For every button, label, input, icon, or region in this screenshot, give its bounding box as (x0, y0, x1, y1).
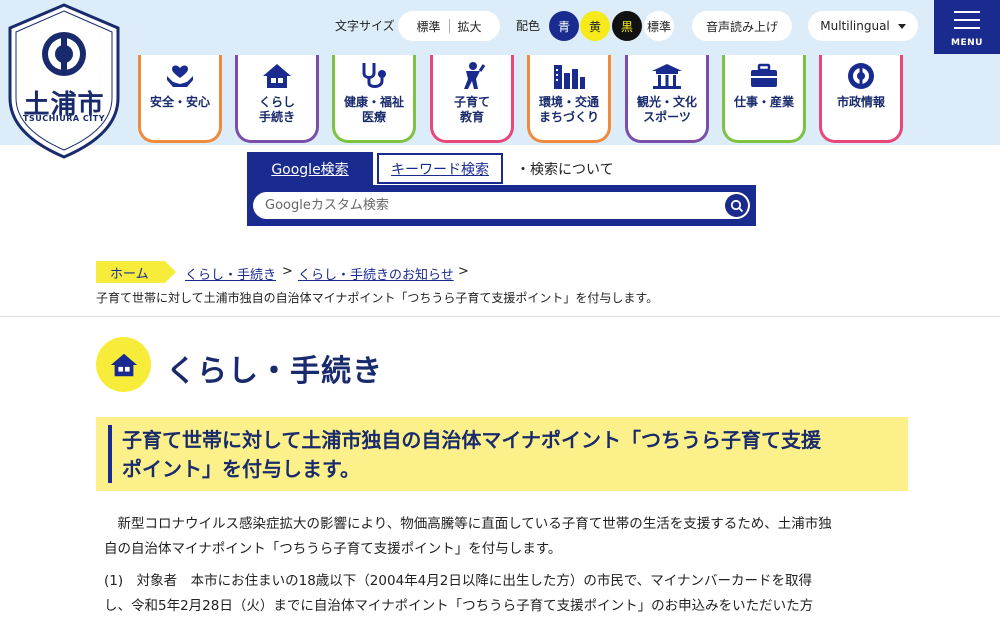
color-blue-button[interactable]: 青 (549, 11, 579, 41)
search-about-link[interactable]: ・検索について (516, 159, 614, 179)
breadcrumb-separator: > (282, 264, 293, 279)
color-yellow-button[interactable]: 黄 (580, 11, 610, 41)
site-logo[interactable]: 土浦市 TSUCHIURA CITY (4, 2, 124, 160)
search-icon (730, 199, 743, 212)
nav-tab-city-info[interactable]: 市政情報 (819, 55, 903, 143)
nav-tab-environment[interactable]: 環境・交通 まちづくり (527, 55, 611, 143)
breadcrumb-living-news[interactable]: くらし・手続きのお知らせ (298, 264, 454, 283)
color-black-button[interactable]: 黒 (612, 11, 642, 41)
menu-button[interactable]: MENU (934, 0, 1000, 54)
nav-tab-business[interactable]: 仕事・産業 (722, 55, 806, 143)
page-title-line: 子育て世帯に対して土浦市独自の自治体マイナポイント「つちうら子育て支援 (122, 428, 821, 452)
page-title-line: ポイント」を付与します。 (122, 457, 360, 481)
house-icon (110, 353, 137, 376)
shield-logo-icon (8, 3, 120, 159)
nav-tab-childcare[interactable]: 子育て 教育 (430, 55, 514, 143)
nav-tab-safety[interactable]: 安全・安心 (138, 55, 222, 143)
hamburger-icon (954, 19, 980, 21)
nav-tab-label: 安全・安心 (149, 95, 210, 109)
multilingual-dropdown[interactable]: Multilingual (808, 11, 918, 41)
paragraph-line: (1) 対象者 本市にお住まいの18歳以下（2004年4月2日以降に出生した方）… (104, 573, 813, 589)
house-icon (260, 61, 294, 91)
briefcase-icon (747, 61, 781, 91)
nav-tab-label: くらし 手続き (258, 95, 295, 124)
font-large-button[interactable]: 拡大 (450, 18, 490, 35)
safety-hands-heart-icon (163, 61, 197, 91)
nav-tab-label: 仕事・産業 (733, 95, 794, 109)
divider (0, 316, 1000, 317)
search-box (247, 185, 756, 226)
category-icon-badge (96, 337, 151, 392)
nav-tab-label: 観光・文化 スポーツ (636, 95, 697, 124)
nav-tab-tourism[interactable]: 観光・文化 スポーツ (625, 55, 709, 143)
font-size-switch: 標準 拡大 (398, 11, 500, 41)
breadcrumb-separator: > (458, 264, 469, 279)
hamburger-icon (954, 27, 980, 29)
paragraph-line: し、令和5年2月28日（火）までに自治体マイナポイント「つちうら子育て支援ポイン… (104, 598, 814, 614)
nav-tab-living[interactable]: くらし 手続き (235, 55, 319, 143)
caret-down-icon (897, 23, 906, 29)
stethoscope-icon (357, 61, 391, 91)
hamburger-icon (954, 11, 980, 13)
article-paragraph: (1) 対象者 本市にお住まいの18歳以下（2004年4月2日以降に出生した方）… (104, 569, 904, 619)
font-standard-button[interactable]: 標準 (408, 18, 448, 35)
voice-reader-button[interactable]: 音声読み上げ (692, 11, 792, 41)
city-emblem-icon (844, 61, 878, 91)
article-heading: 子育て世帯に対して土浦市独自の自治体マイナポイント「つちうら子育て支援 ポイント… (96, 417, 908, 491)
page-title: 子育て世帯に対して土浦市独自の自治体マイナポイント「つちうら子育て支援 ポイント… (122, 426, 902, 484)
temple-icon (650, 61, 684, 91)
nav-tab-health[interactable]: 健康・福祉 医療 (332, 55, 416, 143)
tab-keyword-search[interactable]: キーワード検索 (377, 153, 503, 184)
tab-google-search[interactable]: Google検索 (247, 152, 373, 185)
breadcrumb-current: 子育て世帯に対して土浦市独自の自治体マイナポイント「つちうら子育て支援ポイント」… (96, 291, 659, 305)
font-size-label: 文字サイズ (335, 19, 395, 33)
city-buildings-icon (552, 61, 586, 91)
nav-tab-label: 市政情報 (836, 95, 885, 109)
paragraph-line: 自の自治体マイナポイント「つちうら子育て支援ポイント」を付与します。 (104, 541, 562, 557)
nav-tab-label: 健康・福祉 医療 (343, 95, 404, 124)
breadcrumb-home[interactable]: ホーム (96, 261, 176, 283)
multilingual-label: Multilingual (820, 19, 890, 33)
nav-tab-label: 環境・交通 まちづくり (538, 95, 599, 124)
breadcrumb-living[interactable]: くらし・手続き (185, 264, 276, 283)
menu-label: MENU (951, 38, 983, 48)
article-paragraph: 新型コロナウイルス感染症拡大の影響により、物価高騰等に直面している子育て世帯の生… (104, 512, 904, 562)
search-button[interactable] (725, 194, 748, 217)
logo-city-sub: TSUCHIURA CITY (23, 114, 105, 123)
category-title: くらし・手続き (166, 354, 383, 389)
nav-tab-label: 子育て 教育 (453, 95, 490, 124)
child-icon (455, 61, 489, 91)
search-input[interactable] (253, 192, 750, 219)
color-standard-button[interactable]: 標準 (644, 11, 674, 41)
heading-accent-bar (108, 425, 112, 483)
paragraph-line: 新型コロナウイルス感染症拡大の影響により、物価高騰等に直面している子育て世帯の生… (104, 516, 832, 532)
color-scheme-label: 配色 (516, 19, 541, 33)
